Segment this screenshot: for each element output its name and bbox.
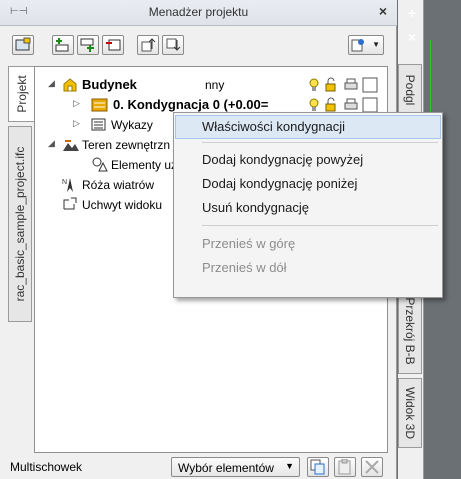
settings-dropdown-button[interactable]: ▼ bbox=[348, 35, 384, 55]
plus-icon[interactable]: + bbox=[403, 4, 421, 22]
collapse-icon[interactable]: ◢ bbox=[48, 78, 55, 89]
copy-icon bbox=[310, 459, 325, 475]
building-icon bbox=[63, 78, 77, 92]
clipboard-label: Multischowek bbox=[10, 460, 83, 474]
tab-ifc-file[interactable]: rac_basic_sample_project.ifc bbox=[8, 126, 32, 322]
view-handle-icon bbox=[63, 197, 77, 210]
selection-dropdown[interactable]: Wybór elementów ▼ bbox=[171, 457, 300, 477]
move-up-button[interactable] bbox=[137, 35, 159, 55]
tree-label: Róża wiatrów bbox=[82, 178, 155, 192]
printer-icon[interactable] bbox=[343, 77, 359, 93]
tree-label: Wykazy bbox=[111, 118, 153, 132]
bottom-bar: Multischowek Wybór elementów ▼ bbox=[0, 455, 397, 479]
menu-separator bbox=[202, 142, 438, 143]
terrain-icon bbox=[63, 140, 79, 151]
menu-separator bbox=[202, 225, 438, 226]
tab-projekt-label: Projekt bbox=[15, 75, 29, 113]
move-down-icon bbox=[166, 38, 181, 51]
checkbox-icon[interactable] bbox=[362, 77, 378, 93]
menu-item-delete-storey[interactable]: Usuń kondygnację bbox=[175, 196, 441, 220]
move-down-button[interactable] bbox=[162, 35, 184, 55]
tree-label: 0. Kondygnacja 0 (+0.00= bbox=[113, 97, 269, 112]
compass-icon: N bbox=[62, 178, 73, 192]
tools-icon bbox=[351, 39, 364, 52]
add-above-icon bbox=[55, 38, 69, 52]
panel-title: Menadżer projektu bbox=[148, 5, 249, 19]
tree-label: Uchwyt widoku bbox=[82, 198, 163, 212]
lock-icon[interactable] bbox=[325, 77, 339, 93]
menu-item-move-down: Przenieś w dół bbox=[202, 260, 287, 275]
tab-section-bb[interactable]: Przekrój B-B bbox=[398, 288, 422, 374]
close-icon[interactable]: × bbox=[403, 28, 421, 46]
selection-value: Wybór elementów bbox=[178, 461, 274, 475]
bulb-icon[interactable] bbox=[308, 77, 320, 93]
expand-icon[interactable]: ▷ bbox=[73, 118, 80, 129]
tab-preview-label: Podgl bbox=[403, 74, 417, 106]
menu-item-move-up: Przenieś w górę bbox=[202, 236, 296, 251]
tab-preview[interactable]: Podgl bbox=[398, 64, 422, 116]
collapse-icon[interactable]: ◢ bbox=[48, 138, 55, 149]
delete-storey-icon bbox=[106, 39, 121, 51]
storey-icon bbox=[91, 98, 108, 112]
paste-button[interactable] bbox=[334, 457, 356, 477]
add-storey-above-button[interactable] bbox=[52, 35, 74, 55]
delete-storey-button[interactable] bbox=[102, 35, 124, 55]
tab-section-bb-label: Przekrój B-B bbox=[403, 297, 417, 365]
new-project-button[interactable] bbox=[12, 35, 34, 55]
menu-item-add-storey-above[interactable]: Dodaj kondygnację powyżej bbox=[175, 148, 441, 172]
monitor-icon bbox=[15, 37, 31, 51]
shapes-icon bbox=[92, 157, 108, 172]
menu-item-add-storey-below[interactable]: Dodaj kondygnację poniżej bbox=[175, 172, 441, 196]
lock-icon[interactable] bbox=[325, 97, 339, 113]
tree-label-fragment: nny bbox=[205, 78, 225, 92]
printer-icon[interactable] bbox=[343, 97, 359, 113]
left-tab-strip: Projekt rac_basic_sample_project.ifc bbox=[0, 66, 35, 453]
tree-label: Teren zewnętrzn bbox=[82, 138, 171, 152]
svg-text:N: N bbox=[62, 179, 67, 186]
context-menu: Właściwości kondygnacji Dodaj kondygnacj… bbox=[173, 112, 443, 298]
bulb-icon[interactable] bbox=[308, 97, 320, 113]
chevron-down-icon: ▼ bbox=[285, 461, 294, 471]
tree-label: Budynek bbox=[82, 77, 137, 92]
list-icon bbox=[91, 118, 106, 131]
close-icon[interactable]: × bbox=[379, 3, 387, 19]
tab-3d-view[interactable]: Widok 3D bbox=[398, 378, 422, 448]
copy-button[interactable] bbox=[307, 457, 329, 477]
tab-ifc-file-label: rac_basic_sample_project.ifc bbox=[13, 146, 27, 302]
tab-3d-view-label: Widok 3D bbox=[403, 386, 417, 440]
move-up-icon bbox=[141, 38, 156, 52]
paste-icon bbox=[338, 459, 351, 475]
tab-projekt[interactable]: Projekt bbox=[8, 66, 35, 122]
chevron-down-icon: ▼ bbox=[372, 40, 380, 49]
tree-row-building[interactable]: ◢ Budynek nny bbox=[35, 75, 387, 95]
checkbox-icon[interactable] bbox=[362, 97, 378, 113]
add-storey-below-button[interactable] bbox=[77, 35, 99, 55]
panel-titlebar[interactable]: ⊢⊣ Menadżer projektu × bbox=[0, 0, 397, 26]
delete-icon bbox=[365, 460, 379, 474]
delete-button[interactable] bbox=[361, 457, 383, 477]
expand-icon[interactable]: ▷ bbox=[73, 98, 80, 109]
add-below-icon bbox=[80, 38, 94, 52]
menu-item-storey-properties[interactable]: Właściwości kondygnacji bbox=[175, 115, 441, 139]
toolbar: ▼ bbox=[0, 27, 397, 63]
